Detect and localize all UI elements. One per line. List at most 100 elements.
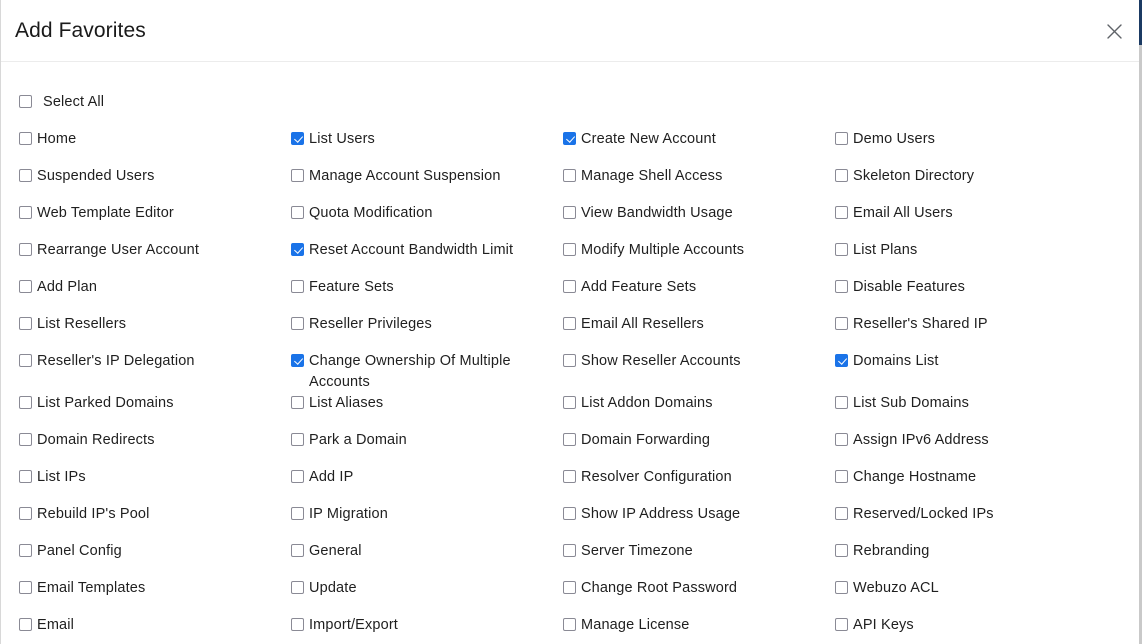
checkbox-box[interactable] <box>19 132 32 145</box>
checkbox-server-timezone[interactable]: Server Timezone <box>563 541 825 562</box>
checkbox-add-feature-sets[interactable]: Add Feature Sets <box>563 277 825 298</box>
checkbox-box[interactable] <box>291 206 304 219</box>
checkbox-email-all-users[interactable]: Email All Users <box>835 203 1097 224</box>
checkbox-box[interactable] <box>835 433 848 446</box>
checkbox-box[interactable] <box>835 470 848 483</box>
checkbox-list-users[interactable]: List Users <box>291 129 553 150</box>
checkbox-box[interactable] <box>563 354 576 367</box>
checkbox-api-keys[interactable]: API Keys <box>835 615 1097 636</box>
checkbox-change-root-password[interactable]: Change Root Password <box>563 578 825 599</box>
checkbox-email-templates[interactable]: Email Templates <box>19 578 281 599</box>
checkbox-box[interactable] <box>563 544 576 557</box>
checkbox-select-all[interactable]: Select All <box>19 92 1124 113</box>
checkbox-box[interactable] <box>563 206 576 219</box>
checkbox-domain-redirects[interactable]: Domain Redirects <box>19 430 281 451</box>
checkbox-change-ownership-of-multiple-accounts[interactable]: Change Ownership Of Multiple Accounts <box>291 351 553 393</box>
checkbox-box[interactable] <box>19 280 32 293</box>
checkbox-suspended-users[interactable]: Suspended Users <box>19 166 281 187</box>
checkbox-box[interactable] <box>19 544 32 557</box>
checkbox-box[interactable] <box>563 581 576 594</box>
checkbox-box[interactable] <box>835 132 848 145</box>
checkbox-box[interactable] <box>19 433 32 446</box>
checkbox-feature-sets[interactable]: Feature Sets <box>291 277 553 298</box>
checkbox-show-reseller-accounts[interactable]: Show Reseller Accounts <box>563 351 825 372</box>
checkbox-reserved-locked-ips[interactable]: Reserved/Locked IPs <box>835 504 1097 525</box>
checkbox-box[interactable] <box>291 354 304 367</box>
checkbox-box[interactable] <box>835 396 848 409</box>
checkbox-disable-features[interactable]: Disable Features <box>835 277 1097 298</box>
checkbox-list-parked-domains[interactable]: List Parked Domains <box>19 393 281 414</box>
checkbox-rebuild-ip-s-pool[interactable]: Rebuild IP's Pool <box>19 504 281 525</box>
checkbox-box[interactable] <box>835 169 848 182</box>
checkbox-box[interactable] <box>563 396 576 409</box>
checkbox-box[interactable] <box>291 169 304 182</box>
checkbox-box[interactable] <box>291 396 304 409</box>
checkbox-change-hostname[interactable]: Change Hostname <box>835 467 1097 488</box>
checkbox-email[interactable]: Email <box>19 615 281 636</box>
checkbox-box[interactable] <box>19 396 32 409</box>
checkbox-rebranding[interactable]: Rebranding <box>835 541 1097 562</box>
checkbox-box[interactable] <box>19 243 32 256</box>
checkbox-list-aliases[interactable]: List Aliases <box>291 393 553 414</box>
checkbox-box[interactable] <box>291 470 304 483</box>
checkbox-manage-shell-access[interactable]: Manage Shell Access <box>563 166 825 187</box>
checkbox-box[interactable] <box>291 433 304 446</box>
checkbox-general[interactable]: General <box>291 541 553 562</box>
checkbox-panel-config[interactable]: Panel Config <box>19 541 281 562</box>
checkbox-box[interactable] <box>19 95 32 108</box>
checkbox-box[interactable] <box>563 243 576 256</box>
checkbox-list-plans[interactable]: List Plans <box>835 240 1097 261</box>
checkbox-box[interactable] <box>19 317 32 330</box>
checkbox-reseller-privileges[interactable]: Reseller Privileges <box>291 314 553 335</box>
checkbox-box[interactable] <box>563 507 576 520</box>
checkbox-box[interactable] <box>563 280 576 293</box>
checkbox-assign-ipv6-address[interactable]: Assign IPv6 Address <box>835 430 1097 451</box>
checkbox-box[interactable] <box>19 618 32 631</box>
checkbox-home[interactable]: Home <box>19 129 281 150</box>
checkbox-box[interactable] <box>291 132 304 145</box>
checkbox-ip-migration[interactable]: IP Migration <box>291 504 553 525</box>
checkbox-list-ips[interactable]: List IPs <box>19 467 281 488</box>
checkbox-box[interactable] <box>291 243 304 256</box>
checkbox-list-resellers[interactable]: List Resellers <box>19 314 281 335</box>
checkbox-domains-list[interactable]: Domains List <box>835 351 1097 372</box>
checkbox-box[interactable] <box>291 317 304 330</box>
checkbox-box[interactable] <box>19 169 32 182</box>
checkbox-reseller-s-shared-ip[interactable]: Reseller's Shared IP <box>835 314 1097 335</box>
checkbox-reset-account-bandwidth-limit[interactable]: Reset Account Bandwidth Limit <box>291 240 553 261</box>
checkbox-manage-account-suspension[interactable]: Manage Account Suspension <box>291 166 553 187</box>
checkbox-list-sub-domains[interactable]: List Sub Domains <box>835 393 1097 414</box>
checkbox-manage-license[interactable]: Manage License <box>563 615 825 636</box>
checkbox-box[interactable] <box>563 433 576 446</box>
checkbox-domain-forwarding[interactable]: Domain Forwarding <box>563 430 825 451</box>
checkbox-box[interactable] <box>835 243 848 256</box>
checkbox-box[interactable] <box>19 354 32 367</box>
close-button[interactable] <box>1101 18 1127 44</box>
checkbox-webuzo-acl[interactable]: Webuzo ACL <box>835 578 1097 599</box>
checkbox-box[interactable] <box>19 581 32 594</box>
checkbox-quota-modification[interactable]: Quota Modification <box>291 203 553 224</box>
checkbox-box[interactable] <box>563 317 576 330</box>
checkbox-box[interactable] <box>291 507 304 520</box>
checkbox-box[interactable] <box>291 544 304 557</box>
checkbox-update[interactable]: Update <box>291 578 553 599</box>
checkbox-skeleton-directory[interactable]: Skeleton Directory <box>835 166 1097 187</box>
checkbox-box[interactable] <box>835 206 848 219</box>
checkbox-reseller-s-ip-delegation[interactable]: Reseller's IP Delegation <box>19 351 281 372</box>
checkbox-list-addon-domains[interactable]: List Addon Domains <box>563 393 825 414</box>
checkbox-resolver-configuration[interactable]: Resolver Configuration <box>563 467 825 488</box>
checkbox-box[interactable] <box>563 618 576 631</box>
checkbox-box[interactable] <box>835 507 848 520</box>
checkbox-box[interactable] <box>563 132 576 145</box>
checkbox-rearrange-user-account[interactable]: Rearrange User Account <box>19 240 281 261</box>
checkbox-box[interactable] <box>291 280 304 293</box>
checkbox-import-export[interactable]: Import/Export <box>291 615 553 636</box>
checkbox-add-plan[interactable]: Add Plan <box>19 277 281 298</box>
checkbox-box[interactable] <box>19 470 32 483</box>
checkbox-box[interactable] <box>835 354 848 367</box>
checkbox-box[interactable] <box>835 544 848 557</box>
checkbox-box[interactable] <box>835 581 848 594</box>
checkbox-box[interactable] <box>563 169 576 182</box>
checkbox-box[interactable] <box>19 507 32 520</box>
checkbox-add-ip[interactable]: Add IP <box>291 467 553 488</box>
